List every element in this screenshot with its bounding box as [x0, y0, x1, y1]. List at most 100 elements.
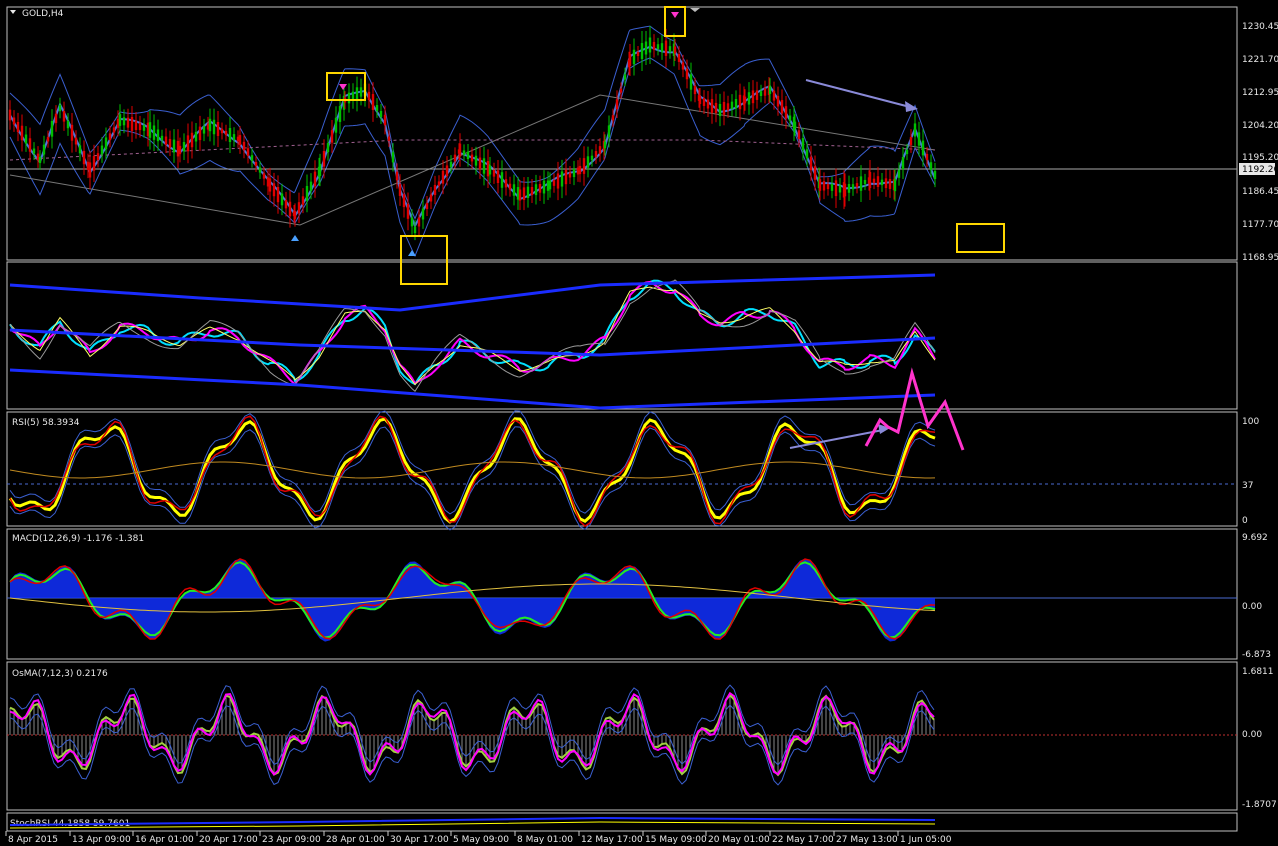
candle-body — [421, 208, 425, 220]
candle-body — [693, 85, 697, 95]
candle-body — [628, 53, 632, 67]
time-axis-label: 30 Apr 17:00 — [390, 835, 449, 845]
stochrsi-panel[interactable]: StochRSI 44.1858 59.7601 — [9, 816, 936, 829]
triangle-marker-icon — [690, 8, 700, 12]
candle-body — [933, 170, 937, 180]
osma-title: OsMA(7,12,3) 0.2176 — [12, 669, 108, 679]
candle-body — [178, 145, 182, 155]
time-axis-label: 16 Apr 01:00 — [135, 835, 194, 845]
candle-body — [656, 44, 660, 49]
candle-body — [66, 120, 70, 129]
candle-body — [254, 161, 258, 167]
dropdown-arrow-icon[interactable] — [10, 10, 16, 14]
candle-body — [164, 136, 168, 145]
candle-body — [788, 115, 792, 121]
osma-axis-label: -1.8707 — [1242, 800, 1277, 810]
macd-panel[interactable]: MACD(12,26,9) -1.176 -1.381 — [7, 534, 1237, 642]
macd-axis-label: 9.692 — [1242, 533, 1268, 543]
candle-body — [734, 99, 738, 109]
time-axis-label: 12 May 17:00 — [581, 835, 643, 845]
candle-body — [305, 185, 309, 201]
candle-body — [46, 136, 50, 142]
candle-body — [685, 68, 689, 80]
price-panel[interactable]: GOLD,H4 — [7, 6, 1237, 285]
candle-body — [776, 95, 780, 107]
candle-body — [830, 183, 834, 191]
candle-body — [338, 106, 342, 122]
candle-body — [417, 217, 421, 227]
candle-body — [284, 200, 288, 209]
time-axis: 8 Apr 2015 13 Apr 09:00 16 Apr 01:00 20 Apr… — [5, 831, 952, 845]
candle-body — [619, 88, 623, 93]
candle-body — [780, 100, 784, 114]
candle-body — [387, 136, 391, 141]
candle-body — [607, 125, 611, 138]
candle-body — [216, 122, 220, 136]
candle-body — [784, 106, 788, 119]
candle-body — [16, 121, 20, 133]
candle-body — [375, 105, 379, 111]
candle-body — [8, 109, 12, 121]
candle-body — [560, 171, 564, 187]
candle-body — [880, 179, 884, 186]
candle-body — [518, 189, 522, 201]
macd-histogram — [10, 558, 935, 642]
candle-body — [82, 150, 86, 165]
rsi-ma-line — [9, 461, 936, 479]
candle-body — [12, 117, 16, 125]
candle-body — [24, 134, 28, 144]
time-axis-label: 28 Apr 01:00 — [326, 835, 385, 845]
candle-body — [504, 179, 508, 188]
candle-body — [194, 131, 198, 142]
candle-body — [590, 155, 594, 161]
candle-body — [640, 43, 644, 59]
candle-body — [847, 184, 851, 193]
candle-body — [130, 116, 134, 132]
candle-body — [220, 128, 224, 134]
candle-body — [834, 180, 838, 197]
candle-body — [462, 150, 466, 155]
osma-panel[interactable]: OsMA(7,12,3) 0.2176 — [7, 669, 1237, 786]
oscillator-panel[interactable] — [9, 273, 936, 410]
candle-body — [681, 62, 685, 70]
candle-body — [534, 184, 538, 196]
candle-body — [160, 135, 164, 141]
candle-body — [156, 129, 160, 142]
candle-body — [108, 133, 112, 141]
candle-body — [280, 193, 284, 206]
right-price-axis: 1230.45 1221.70 1212.95 1204.20 1195.20 … — [1239, 22, 1278, 810]
candle-body — [508, 183, 512, 190]
candle-body — [805, 149, 809, 159]
osc-band-bottom — [9, 368, 936, 410]
candle-body — [548, 180, 552, 190]
candle-body — [759, 91, 763, 97]
time-axis-label: 8 May 01:00 — [517, 835, 573, 845]
candle-body — [126, 117, 130, 128]
candle-body — [309, 181, 313, 191]
candle-body — [876, 176, 880, 187]
candle-body — [482, 158, 486, 174]
candle-body — [644, 41, 648, 55]
candle-body — [38, 157, 42, 163]
time-axis-label: 8 Apr 2015 — [8, 835, 58, 845]
candle-body — [512, 184, 516, 196]
candle-body — [148, 122, 152, 138]
candle-body — [478, 157, 482, 170]
candle-body — [228, 128, 232, 142]
candle-body — [594, 151, 598, 157]
candle-body — [395, 171, 399, 181]
candle-body — [743, 96, 747, 104]
candle-body — [301, 196, 305, 205]
candle-body — [437, 181, 441, 186]
candle-body — [104, 137, 108, 150]
candle-body — [917, 132, 921, 146]
candle-body — [112, 127, 116, 133]
down-arrow-icon — [671, 12, 679, 18]
chart-canvas[interactable]: GOLD,H4 RSI(5) 58.3934 MACD(12,26,9) -1.… — [0, 0, 1278, 846]
time-axis-label: 13 Apr 09:00 — [72, 835, 131, 845]
candle-body — [355, 87, 359, 101]
candle-body — [538, 183, 542, 193]
candle-body — [522, 187, 526, 200]
rsi-panel[interactable]: RSI(5) 58.3934 — [7, 367, 1237, 531]
candle-body — [190, 132, 194, 148]
